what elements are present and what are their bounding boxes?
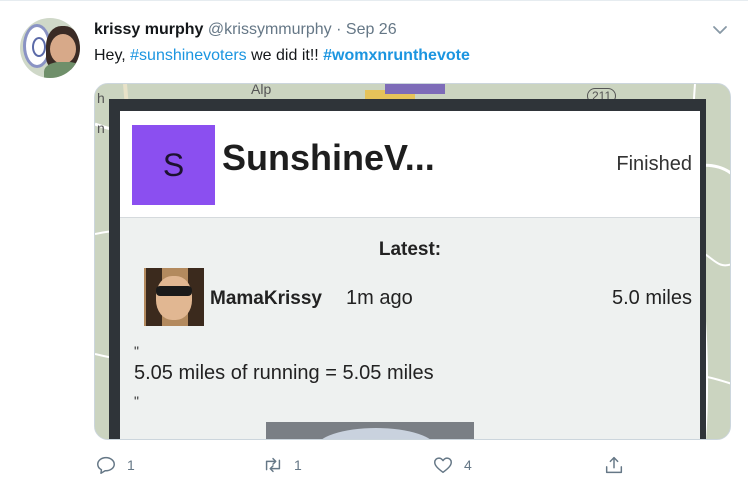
tweet-actions: 1 1 4 <box>0 452 748 480</box>
retweet-count: 1 <box>294 457 302 473</box>
hashtag-link[interactable]: #sunshinevoters <box>130 47 247 64</box>
map-label: Alp <box>251 83 272 97</box>
author-handle[interactable]: @krissymmurphy <box>208 21 332 38</box>
like-count: 4 <box>464 457 472 473</box>
author-name[interactable]: krissy murphy <box>94 21 203 38</box>
tweet-text: Hey, #sunshinevoters we did it!! #womxnr… <box>94 47 470 64</box>
activity-description: 5.05 miles of running = 5.05 miles <box>134 362 434 384</box>
author-avatar[interactable] <box>20 18 80 78</box>
status-label: Finished <box>616 153 692 175</box>
retweet-icon <box>265 457 281 473</box>
activity-time: 1m ago <box>346 287 413 309</box>
like-icon <box>434 457 452 474</box>
team-logo: S <box>132 125 215 205</box>
card-header: S SunshineV... Finished <box>120 111 700 218</box>
activity-distance: 5.0 miles <box>611 287 692 309</box>
map-label: n <box>97 120 105 136</box>
top-divider <box>0 0 748 1</box>
reply-button[interactable]: 1 <box>95 452 135 478</box>
share-icon <box>605 456 623 474</box>
reply-count: 1 <box>127 457 135 473</box>
team-title: SunshineV... <box>222 137 435 178</box>
quote-mark: " <box>134 343 139 359</box>
tweet-header: krissy murphy @krissymmurphy · Sep 26 <box>94 21 397 39</box>
retweet-button[interactable]: 1 <box>262 452 302 478</box>
tweet-media[interactable]: Alp 211 h n S SunshineV... Finished Late… <box>94 83 731 440</box>
latest-heading: Latest: <box>378 239 442 260</box>
tweet-date[interactable]: Sep 26 <box>346 21 397 38</box>
share-button[interactable] <box>603 452 625 478</box>
like-button[interactable]: 4 <box>432 452 472 478</box>
runner-name: MamaKrissy <box>210 288 322 309</box>
runner-avatar <box>144 268 204 326</box>
header-separator: · <box>336 21 342 38</box>
quote-mark: " <box>134 393 139 409</box>
team-card: S SunshineV... Finished Latest: MamaKris… <box>120 111 700 439</box>
map-label: h <box>97 90 105 106</box>
reply-icon <box>97 456 115 474</box>
chevron-down-icon[interactable] <box>710 20 730 40</box>
activity-photo <box>266 422 474 439</box>
hashtag-link[interactable]: #womxnrunthevote <box>323 47 470 64</box>
